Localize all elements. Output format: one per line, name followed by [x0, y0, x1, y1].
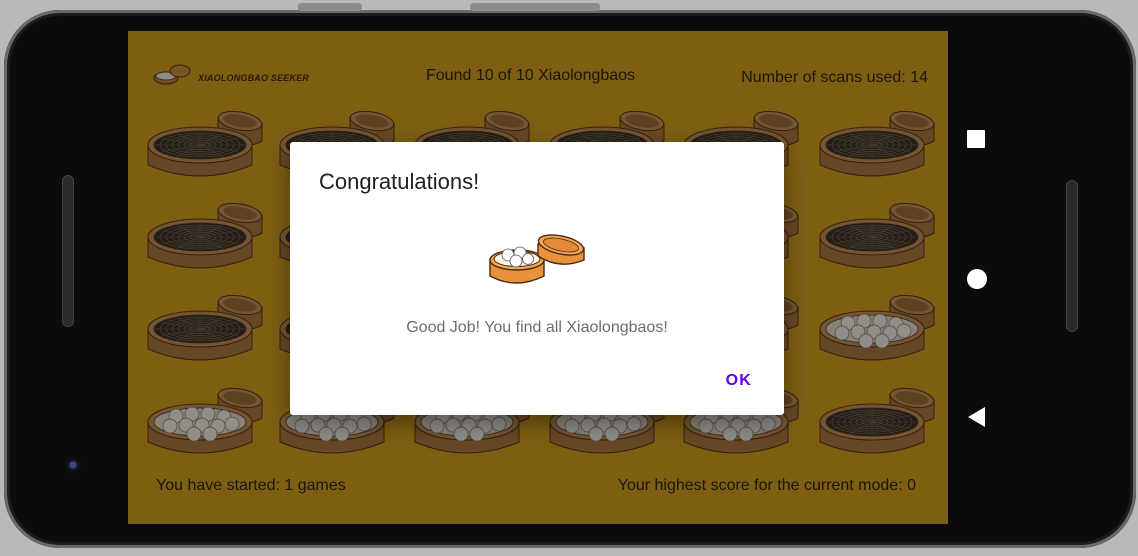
power-button	[298, 3, 362, 11]
xiaolongbao-basket-icon	[489, 234, 585, 284]
dialog-title: Congratulations!	[319, 169, 480, 194]
ok-button[interactable]: OK	[726, 372, 752, 390]
dialog-message: Good Job! You find all Xiaolongbaos!	[406, 319, 668, 336]
home-circle-icon[interactable]	[966, 268, 988, 290]
congratulations-dialog: Congratulations! Good Job! You find all …	[290, 142, 784, 415]
volume-button	[470, 3, 600, 11]
right-speaker-grille	[1066, 180, 1078, 332]
back-triangle-icon[interactable]	[966, 406, 986, 428]
front-camera-icon	[64, 456, 82, 474]
left-speaker-grille	[62, 175, 74, 327]
app-screen: 000000 XIAOLONGBAO SEEKER Found 10 of 10…	[128, 31, 948, 524]
recents-square-icon[interactable]	[966, 129, 986, 149]
